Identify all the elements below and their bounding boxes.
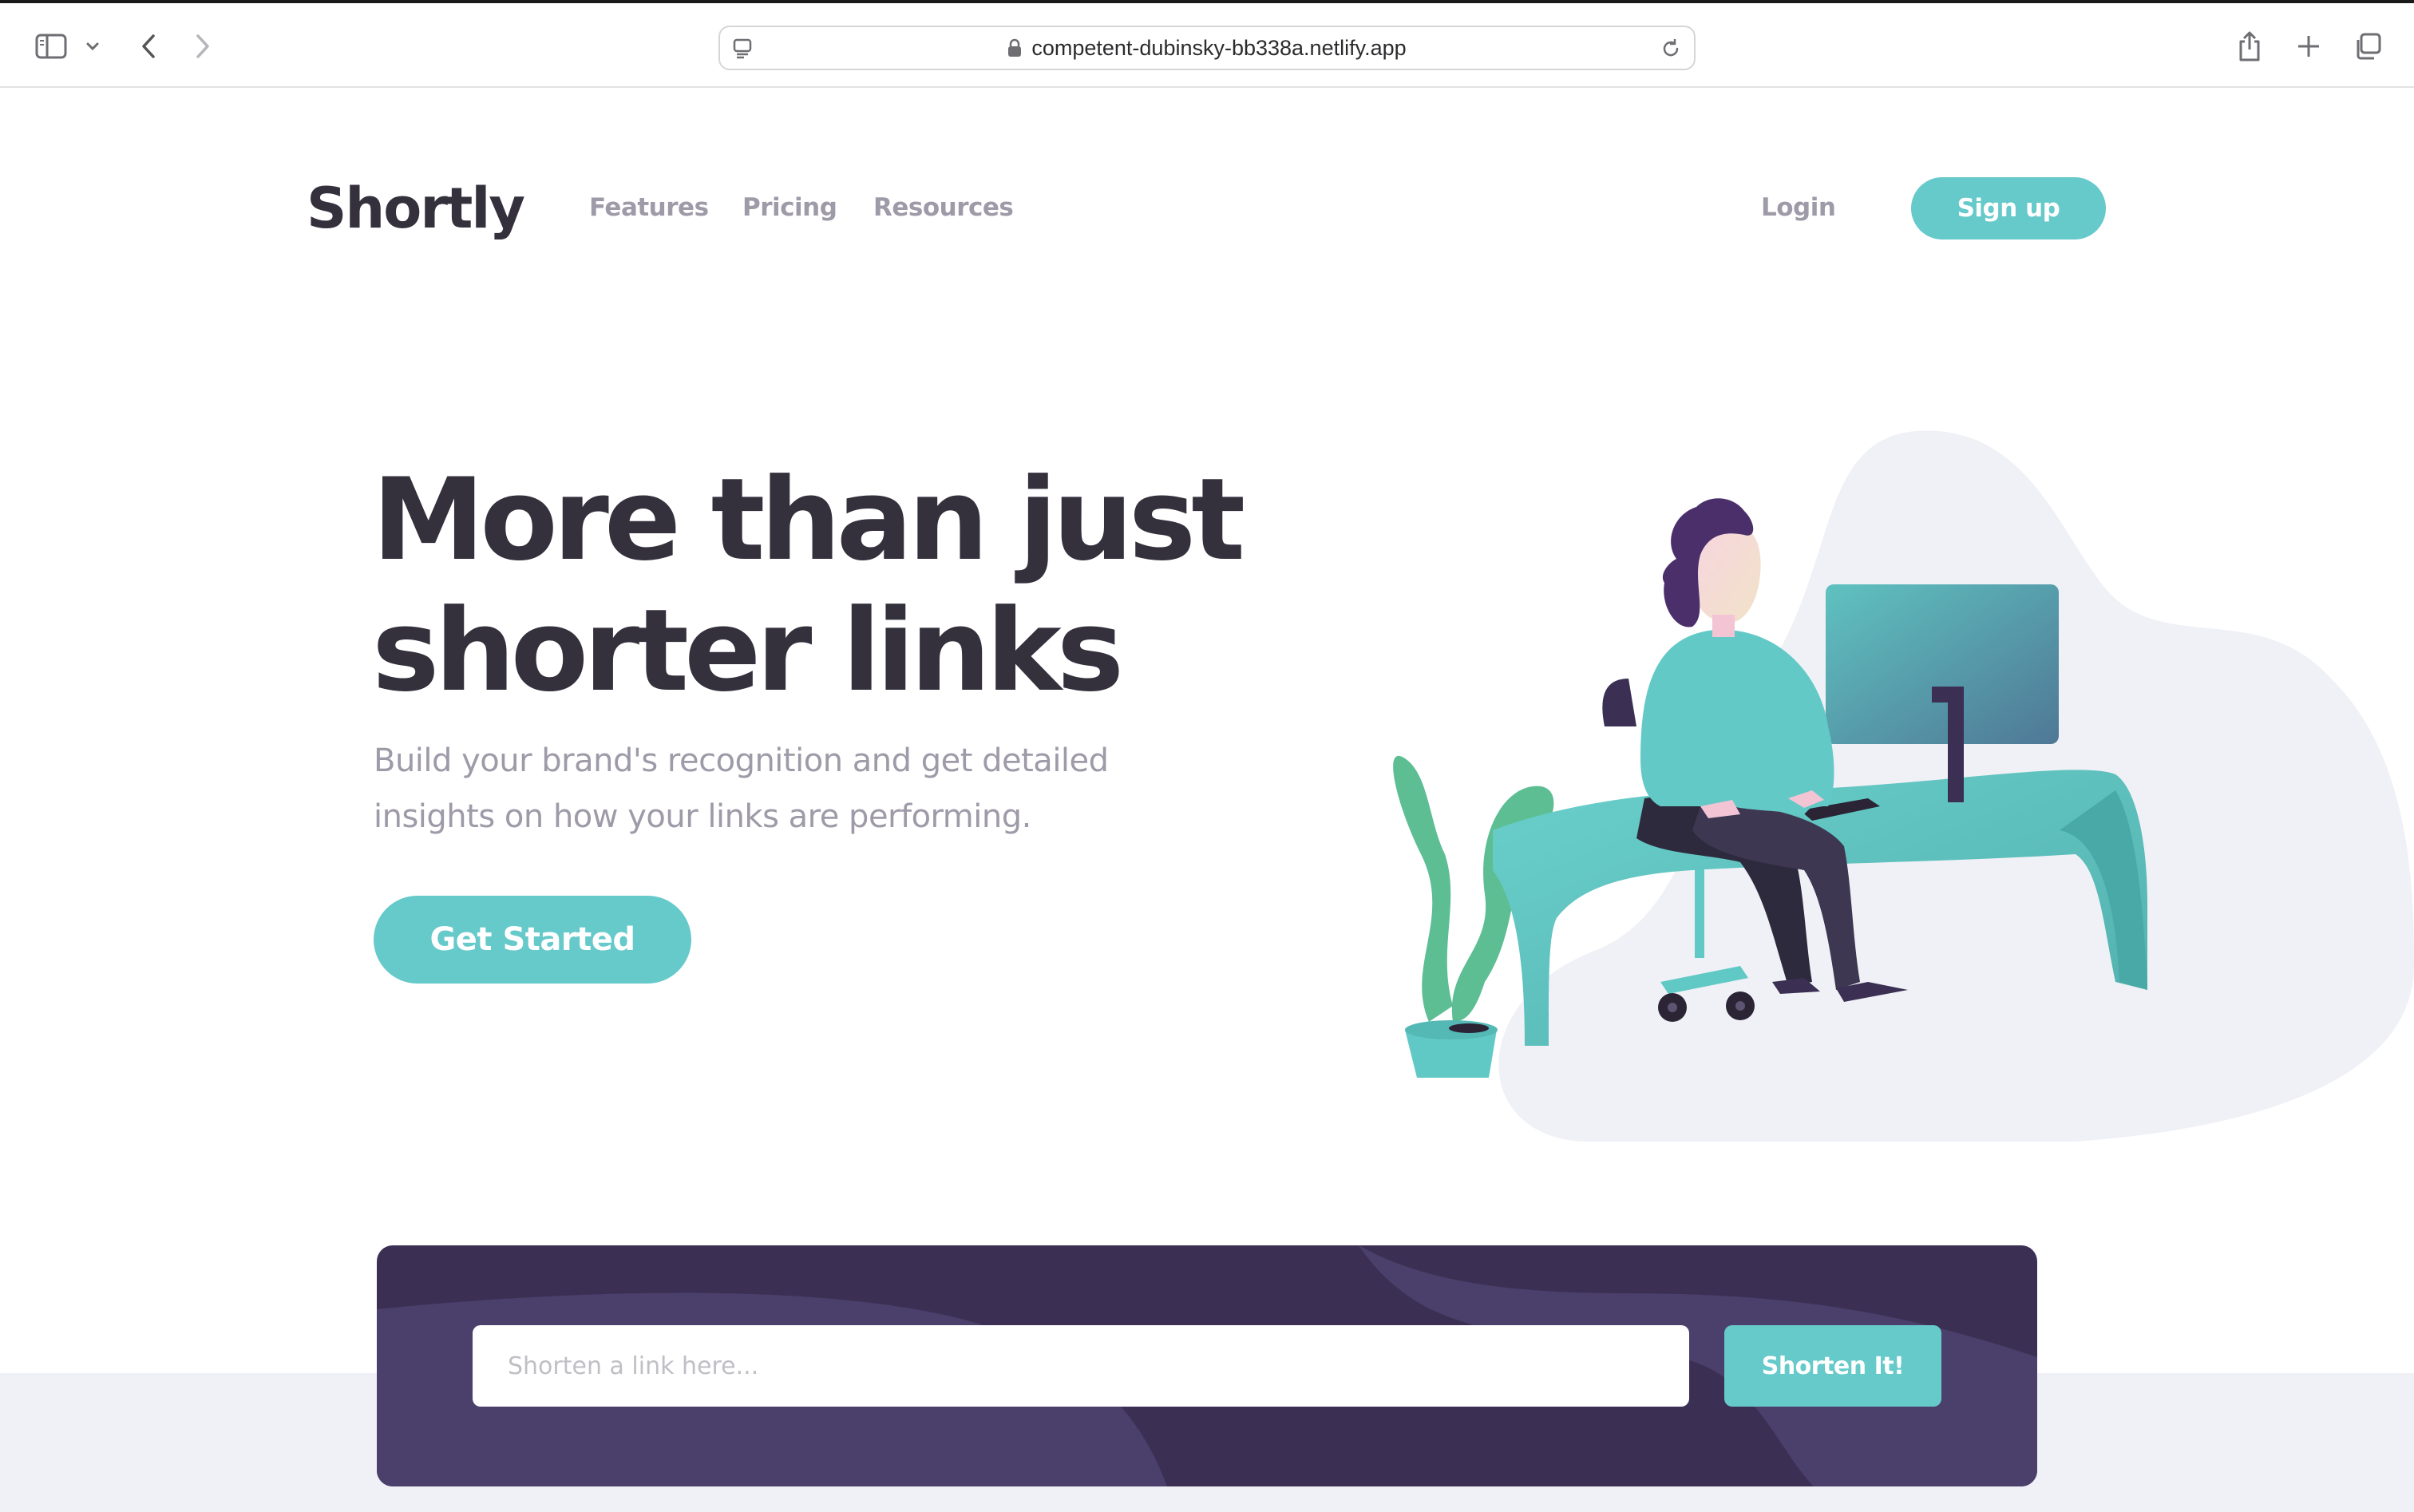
new-tab-icon[interactable] (2291, 27, 2326, 65)
back-icon[interactable] (133, 27, 164, 65)
signup-button[interactable]: Sign up (1911, 177, 2106, 239)
hero-title: More than just shorter links (372, 455, 1330, 717)
hero-title-line-1: More than just (372, 454, 1245, 586)
hero-subtitle: Build your brand's recognition and get d… (374, 733, 1220, 845)
url-text[interactable]: competent-dubinsky-bb338a.netlify.app (1031, 36, 1406, 61)
chevron-down-icon[interactable] (81, 27, 104, 65)
shorten-link-input[interactable] (473, 1325, 1689, 1407)
working-illustration (1393, 430, 2414, 1142)
hero-title-line-2: shorter links (372, 585, 1124, 717)
share-icon[interactable] (2232, 27, 2267, 65)
login-link[interactable]: Login (1761, 193, 1836, 222)
reload-icon[interactable] (1659, 37, 1683, 61)
nav-features[interactable]: Features (589, 193, 709, 222)
tab-overview-icon[interactable] (2350, 27, 2385, 65)
nav-resources[interactable]: Resources (873, 193, 1014, 222)
sidebar-toggle-icon[interactable] (29, 27, 73, 65)
shorten-button[interactable]: Shorten It! (1724, 1325, 1941, 1407)
logo[interactable]: Shortly (307, 176, 525, 241)
page: Shortly Features Pricing Resources Login… (0, 88, 2414, 1512)
hero-subtitle-line-1: Build your brand's recognition and get d… (374, 742, 1109, 779)
nav-pricing[interactable]: Pricing (742, 193, 837, 222)
lock-icon (1007, 38, 1022, 57)
get-started-button[interactable]: Get Started (374, 896, 691, 984)
browser-toolbar: competent-dubinsky-bb338a.netlify.app (0, 0, 2414, 88)
address-bar[interactable]: competent-dubinsky-bb338a.netlify.app (718, 26, 1696, 70)
shorten-form: Shorten It! (377, 1245, 2037, 1486)
hero-subtitle-line-2: insights on how your links are performin… (374, 798, 1031, 835)
forward-icon[interactable] (187, 27, 219, 65)
